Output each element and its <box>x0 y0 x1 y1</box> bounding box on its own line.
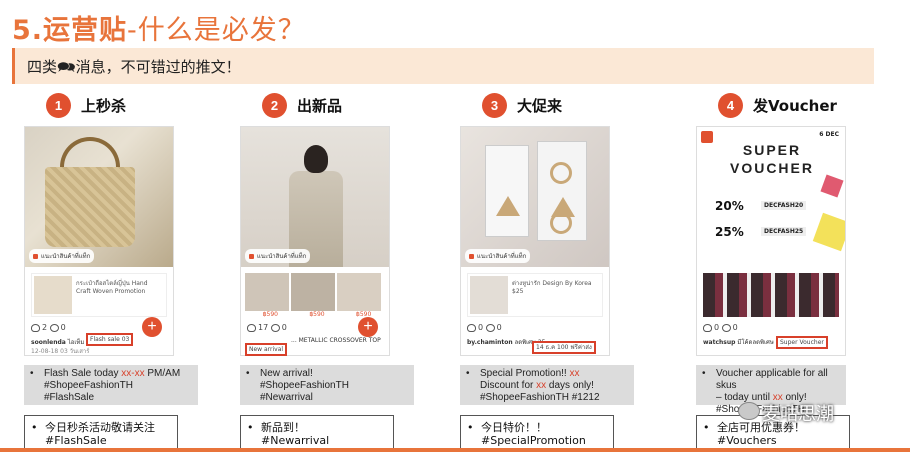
subtitle-bar: 四类🗪消息，不可错过的推文！ <box>12 48 874 84</box>
voucher-code: DECFASH20 <box>761 201 807 210</box>
post-actions: 2 0 <box>31 323 66 332</box>
step-label: 上秒杀 <box>81 97 127 115</box>
tag-label: แนะนำสินค้าที่แท็ก <box>29 249 95 263</box>
step-label: 大促来 <box>517 97 563 115</box>
product-strip <box>245 273 381 311</box>
promo-text-box: • New arrival! #ShopeeFashionTH #Newarriva… <box>240 365 414 405</box>
step-label: 出新品 <box>297 97 343 115</box>
promo-text-box: • Voucher applicable for all skus – today… <box>696 365 846 415</box>
promo-text-box: • Special Promotion!! xx Discount for xx … <box>460 365 634 405</box>
chinese-text-box: • 今日特价！！#SpecialPromotion #1212 <box>460 415 614 452</box>
subtitle: 四类🗪消息，不可错过的推文！ <box>27 58 241 76</box>
highlight-box: New arrival <box>245 343 288 356</box>
comment-icon[interactable] <box>485 323 495 332</box>
voucher-title: SUPER VOUCHER <box>729 142 814 176</box>
promo-text-box: • Flash Sale today xx-xx PM/AM #ShopeeFas… <box>24 365 198 405</box>
step-label: 发Voucher <box>753 97 837 115</box>
chinese-text-box: • 今日秒杀活动敬请关注 #FlashSale <box>24 415 178 452</box>
comment-icon[interactable] <box>721 323 731 332</box>
bag-photo: แนะนำสินค้าที่แท็ก <box>25 127 173 267</box>
comment-icon[interactable] <box>49 323 59 332</box>
voucher-banner: 6 DEC SUPER VOUCHER 20% DECFASH20 25% DE… <box>697 127 845 267</box>
step-number: 4 <box>718 93 743 118</box>
step-number: 3 <box>482 93 507 118</box>
column-flash-sale: 1 上秒杀 แนะนำสินค้าที่แท็ก กระเป๋าถือสไตล์… <box>16 88 212 452</box>
watch-products <box>703 273 839 317</box>
post-actions: 0 0 <box>467 323 502 332</box>
highlight-box: 14 ธ.ค 100 ฟรีค่าส่ง <box>532 341 596 354</box>
highlight-box: Super Voucher <box>776 336 828 349</box>
tag-label: แนะนำสินค้าที่แท็ก <box>465 249 531 263</box>
add-button[interactable]: + <box>142 317 162 337</box>
voucher-discount: 20% <box>715 199 744 213</box>
wechat-icon <box>738 402 760 420</box>
chinese-text-box: • 新品到！ #Newarrival <box>240 415 394 452</box>
product-card: ต่างหูน่ารัก Design By Korea $25 <box>467 273 603 317</box>
voucher-code: DECFASH25 <box>761 227 807 236</box>
post-date: 12-08-18 03 วันเสาร์ <box>31 348 90 355</box>
comment-icon[interactable] <box>270 323 280 332</box>
heart-icon[interactable] <box>247 323 256 332</box>
heart-icon[interactable] <box>467 323 476 332</box>
post-screenshot: แนะนำสินค้าที่แท็ก ต่างหูน่ารัก Design B… <box>460 126 610 356</box>
highlight-box: Flash sale 03 <box>86 333 134 346</box>
post-screenshot: 6 DEC SUPER VOUCHER 20% DECFASH20 25% DE… <box>696 126 846 356</box>
column-new-arrival: 2 出新品 แนะนำสินค้าที่แท็ก ฿590 ฿590 ฿590 17… <box>232 88 428 452</box>
column-big-promo: 3 大促来 แนะนำสินค้าที่แท็ก ต่างหูน่ารัก De… <box>452 88 648 452</box>
post-caption: watchsup มีโค้ดลดพิเศษ <box>703 339 774 346</box>
product-card: กระเป๋าถือสไตล์ญี่ปุ่น Hand Craft Woven … <box>31 273 167 317</box>
voucher-date: 6 DEC <box>819 131 839 138</box>
column-header: 1 上秒杀 <box>46 93 126 118</box>
post-actions: 0 0 <box>703 323 738 332</box>
heart-icon[interactable] <box>703 323 712 332</box>
voucher-discount: 25% <box>715 225 744 239</box>
column-header: 3 大促来 <box>482 93 562 118</box>
step-number: 2 <box>262 93 287 118</box>
watermark: 麦咕思潮 <box>762 404 834 425</box>
tag-label: แนะนำสินค้าที่แท็ก <box>245 249 311 263</box>
earring-photo: แนะนำสินค้าที่แท็ก <box>461 127 609 267</box>
column-voucher: 4 发Voucher 6 DEC SUPER VOUCHER 20% DECFA… <box>688 88 884 452</box>
page-title: 5.运营贴-什么是必发？ <box>12 15 306 46</box>
heart-icon[interactable] <box>31 323 40 332</box>
model-photo: แนะนำสินค้าที่แท็ก <box>241 127 389 267</box>
column-header: 4 发Voucher <box>718 93 837 118</box>
post-actions: 17 0 <box>247 323 287 332</box>
step-number: 1 <box>46 93 71 118</box>
shopee-icon <box>701 131 713 143</box>
add-button[interactable]: + <box>358 317 378 337</box>
column-header: 2 出新品 <box>262 93 342 118</box>
bottom-accent-line <box>0 448 910 452</box>
